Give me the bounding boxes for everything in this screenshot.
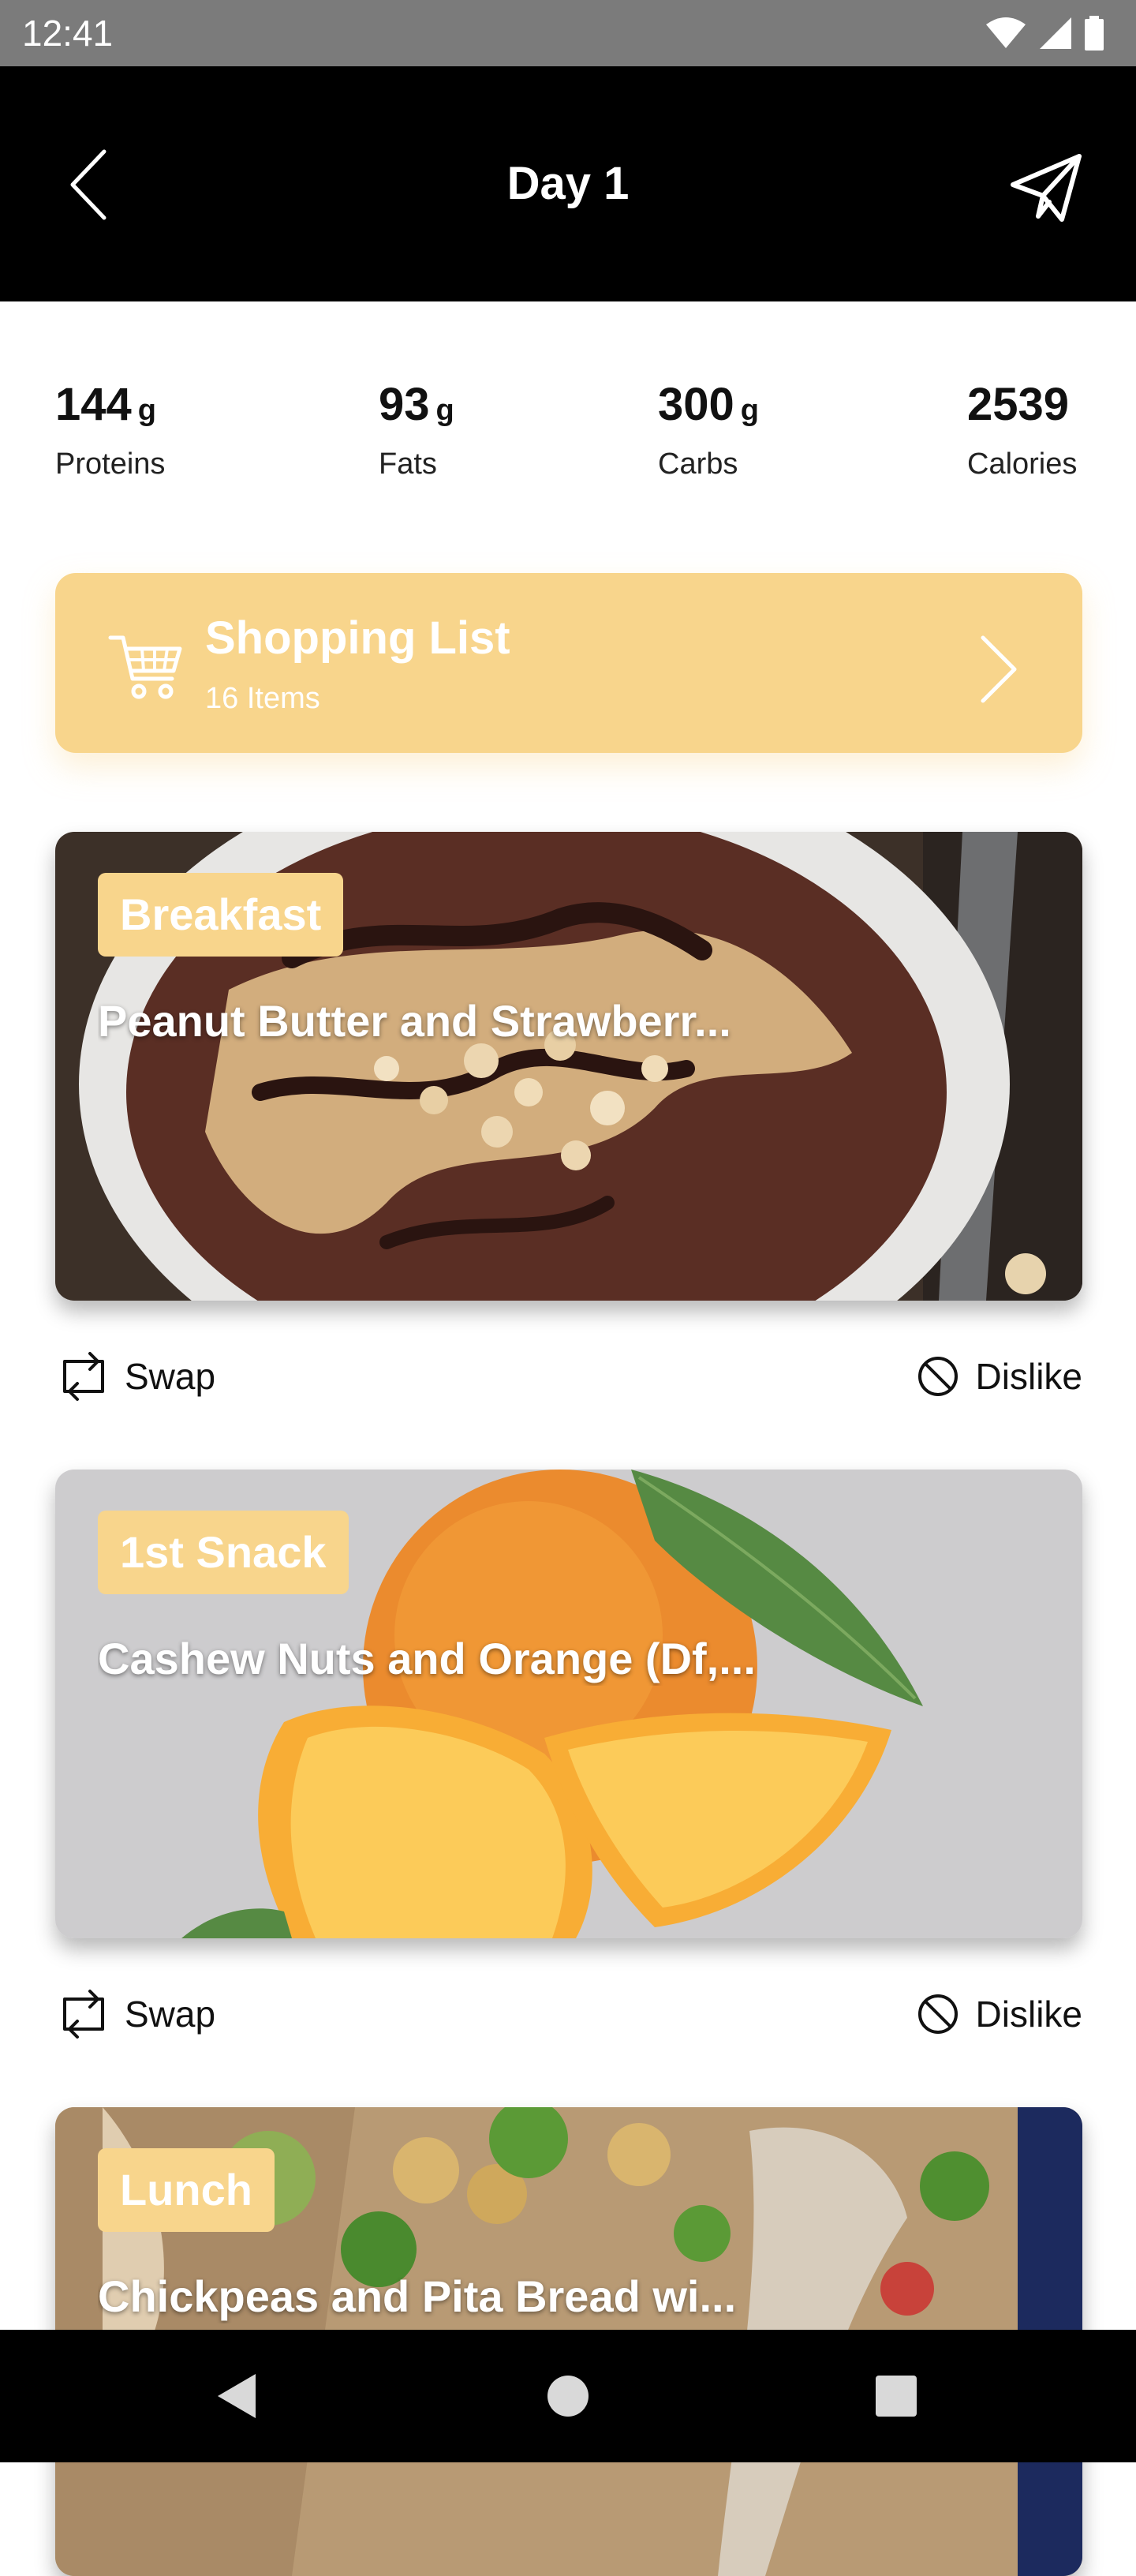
dislike-label: Dislike	[975, 1994, 1082, 2035]
triangle-back-icon	[218, 2374, 256, 2418]
macro-value: 93 g	[379, 377, 454, 438]
meal-name: Peanut Butter and Strawberr...	[98, 996, 731, 1046]
nav-back-button[interactable]	[207, 2364, 270, 2428]
macro-number: 93	[379, 379, 430, 430]
swap-icon	[63, 1352, 104, 1401]
block-icon	[917, 1357, 958, 1396]
status-bar: 12:41	[0, 0, 1136, 66]
macro-number: 144	[55, 379, 132, 430]
nav-recents-button[interactable]	[865, 2364, 928, 2428]
macro-value: 2539	[967, 377, 1077, 438]
meal-actions: Swap Dislike	[55, 1345, 1082, 1408]
dislike-button[interactable]: Dislike	[916, 1345, 1082, 1408]
chevron-right-icon	[981, 635, 1017, 703]
macro-label: Fats	[379, 447, 437, 481]
block-icon	[917, 1994, 958, 2034]
status-icons	[985, 14, 1104, 52]
meal-type-badge: Breakfast	[98, 873, 344, 957]
macro-unit: g	[137, 394, 156, 427]
swap-label: Swap	[125, 1356, 216, 1397]
meal-name: Chickpeas and Pita Bread wi...	[98, 2271, 737, 2321]
shopping-cart-icon	[108, 635, 182, 699]
swap-button[interactable]: Swap	[62, 1345, 215, 1408]
paper-plane-icon	[1011, 154, 1082, 222]
shopping-list-card[interactable]: Shopping List 16 Items	[55, 573, 1082, 753]
meal-type-badge: Lunch	[98, 2148, 275, 2232]
macro-calories: 2539 Calories	[967, 377, 1077, 482]
square-recents-icon	[876, 2376, 917, 2417]
macro-number: 300	[658, 379, 734, 430]
shopping-list-count: 16 Items	[205, 682, 320, 715]
macro-unit: g	[740, 394, 759, 427]
share-button[interactable]	[1007, 148, 1086, 227]
circle-home-icon	[547, 2376, 589, 2417]
macro-label: Calories	[967, 447, 1078, 481]
shopping-list-title: Shopping List	[205, 612, 510, 664]
battery-icon	[1085, 16, 1104, 51]
meal-card-breakfast[interactable]: Breakfast Peanut Butter and Strawberr...	[55, 832, 1082, 1301]
page-title: Day 1	[506, 158, 630, 209]
app-header: Day 1	[0, 66, 1136, 301]
dislike-label: Dislike	[975, 1356, 1082, 1397]
macro-label: Proteins	[55, 447, 166, 481]
meal-name: Cashew Nuts and Orange (Df,...	[98, 1634, 756, 1683]
swap-icon	[63, 1990, 104, 2039]
swap-label: Swap	[125, 1994, 216, 2035]
dislike-button[interactable]: Dislike	[916, 1983, 1082, 2046]
macro-number: 2539	[967, 379, 1070, 430]
macro-proteins: 144 g Proteins	[55, 377, 165, 482]
cellular-signal-icon	[1040, 17, 1071, 49]
macro-fats: 93 g Fats	[379, 377, 454, 482]
meal-card-1st-snack[interactable]: 1st Snack Cashew Nuts and Orange (Df,...	[55, 1470, 1082, 1938]
status-time: 12:41	[22, 13, 114, 54]
wifi-icon	[986, 17, 1026, 48]
macro-value: 144 g	[55, 377, 165, 438]
nav-home-button[interactable]	[536, 2364, 600, 2428]
macro-carbs: 300 g Carbs	[658, 377, 759, 482]
macro-label: Carbs	[658, 447, 738, 481]
meal-actions: Swap Dislike	[55, 1983, 1082, 2046]
macro-value: 300 g	[658, 377, 759, 438]
system-navigation-bar	[0, 2330, 1136, 2462]
meal-type-badge: 1st Snack	[98, 1511, 349, 1594]
swap-button[interactable]: Swap	[62, 1983, 215, 2046]
macro-unit: g	[435, 394, 454, 427]
